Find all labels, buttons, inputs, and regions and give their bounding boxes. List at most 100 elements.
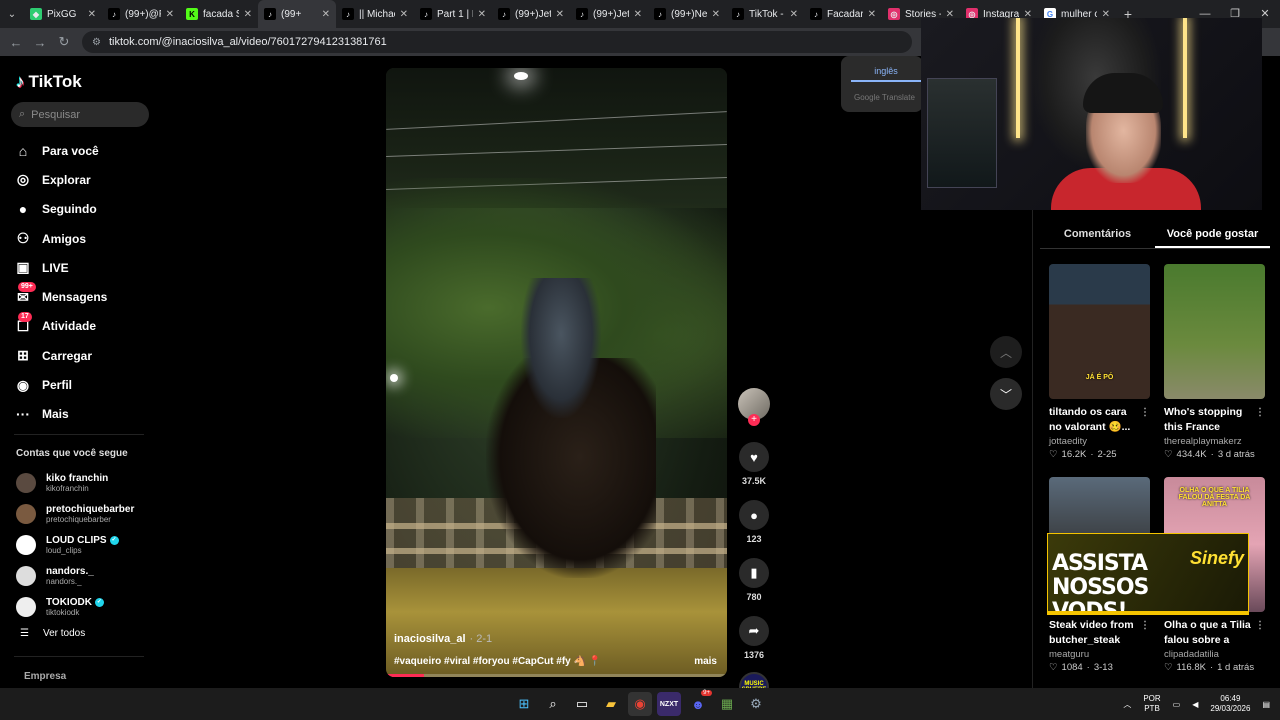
site-info-icon[interactable]: ⚙ (92, 37, 101, 48)
clock[interactable]: 06:49 29/03/2026 (1210, 694, 1250, 714)
video-player[interactable]: inaciosilva_al · 2-1 #vaqueiro #viral #fo… (386, 68, 727, 677)
sidebar-item-live[interactable]: ▣ LIVE (14, 253, 154, 282)
footer-link[interactable]: Empresa (24, 671, 66, 682)
translate-language-tab[interactable]: inglês (851, 66, 921, 82)
close-tab-icon[interactable]: ✕ (478, 9, 486, 20)
author-name[interactable]: inaciosilva_al (394, 633, 466, 645)
video-card-user[interactable]: therealplaymakerz (1164, 436, 1265, 447)
share-icon[interactable]: ➦ (739, 616, 769, 646)
network-icon[interactable]: ▭ (1173, 700, 1181, 709)
video-author[interactable]: inaciosilva_al · 2-1 (394, 633, 492, 645)
video-card-title[interactable]: Who's stopping this France attac... ⋮ (1164, 405, 1265, 435)
close-tab-icon[interactable]: ✕ (868, 9, 876, 20)
tab-search-button[interactable]: ⌄ (0, 0, 24, 28)
discord-icon[interactable]: ☻ 9+ (686, 690, 712, 716)
bookmark-icon[interactable]: ▮ (739, 558, 769, 588)
close-tab-icon[interactable]: ✕ (712, 9, 720, 20)
language-indicator[interactable]: POR PTB (1143, 694, 1160, 714)
search-input[interactable]: ⌕ Pesquisar (11, 102, 149, 127)
sidebar-item-upload[interactable]: ⊞ Carregar (14, 341, 154, 370)
video-card-title[interactable]: tiltando os cara no valorant 🥴... ⋮ (1049, 405, 1150, 435)
video-card-user[interactable]: meatguru (1049, 649, 1150, 660)
chrome-icon[interactable]: ◉ (628, 692, 652, 716)
followed-account[interactable]: pretochiquebarber pretochiquebarber (16, 499, 156, 530)
video-card-title-text: Olha o que a Tilia falou sobre a fes... (1164, 619, 1251, 646)
chevron-up-tray-icon[interactable]: ︿ (1123, 699, 1131, 710)
sidebar-item-following[interactable]: ● Seguindo (14, 195, 154, 224)
browser-tab[interactable]: ♪ (99+)Jett ✕ (570, 0, 648, 28)
followed-account[interactable]: nandors._ nandors._ (16, 560, 156, 591)
more-options-icon[interactable]: ⋮ (1255, 405, 1265, 420)
followed-account[interactable]: TOKIODK ✓ tiktokiodk (16, 591, 156, 622)
back-icon[interactable]: ← (4, 35, 28, 50)
browser-tab[interactable]: ◆ PixGG ✕ (24, 0, 102, 28)
task-view-icon[interactable]: ▭ (570, 692, 594, 716)
followed-account[interactable]: kiko franchin kikofranchin (16, 468, 156, 499)
previous-video-button[interactable]: ︿ (990, 336, 1022, 368)
address-bar[interactable]: ⚙ tiktok.com/@inaciosilva_al/video/76017… (82, 31, 912, 53)
close-tab-icon[interactable]: ✕ (88, 9, 96, 20)
see-all-link[interactable]: ☰ Ver todos (20, 628, 85, 639)
video-card[interactable]: JÁ É PÓ tiltando os cara no valorant 🥴...… (1049, 264, 1150, 460)
sidebar-item-activity[interactable]: ☐ Atividade 17 (14, 311, 154, 341)
followed-account[interactable]: LOUD CLIPS ✓ loud_clips (16, 530, 156, 561)
search-taskbar-icon[interactable]: ⌕ (541, 692, 565, 716)
follow-plus-icon[interactable]: + (748, 414, 760, 426)
caption-more-button[interactable]: mais (694, 656, 717, 667)
sidebar-item-messages[interactable]: ✉ Mensagens 99+ (14, 282, 154, 311)
tiktok-logo[interactable]: ♪ TikTok (16, 72, 82, 92)
browser-tab[interactable]: ♪ (99+)@F ✕ (102, 0, 180, 28)
forward-icon[interactable]: → (28, 35, 52, 50)
video-card-title[interactable]: Olha o que a Tilia falou sobre a fes... ⋮ (1164, 618, 1265, 648)
sidebar-item-compass[interactable]: ◎ Explorar (14, 165, 154, 194)
video-card-user[interactable]: clipadadatilia (1164, 649, 1265, 660)
video-card[interactable]: Who's stopping this France attac... ⋮ ther… (1164, 264, 1265, 460)
close-tab-icon[interactable]: ✕ (322, 9, 330, 20)
browser-tab[interactable]: ♪ (99+)Ne ✕ (648, 0, 726, 28)
minecraft-icon[interactable]: ▦ (715, 692, 739, 716)
more-options-icon[interactable]: ⋮ (1140, 405, 1150, 420)
close-tab-icon[interactable]: ✕ (400, 9, 408, 20)
comment-icon[interactable]: ● (739, 500, 769, 530)
notification-icon[interactable]: ▤ (1262, 700, 1270, 709)
meta-separator: · (1210, 449, 1214, 460)
tiktok-icon: ♪ (498, 8, 510, 20)
browser-tab[interactable]: ♪ (99+ ✕ (258, 0, 336, 28)
author-avatar[interactable]: + (738, 388, 770, 426)
tab-comments[interactable]: Comentários (1040, 218, 1155, 248)
browser-tab[interactable]: Kfacada S ✕ (180, 0, 258, 28)
tiktok-icon: ♪ (654, 8, 666, 20)
sidebar-item-profile[interactable]: ◉ Perfil (14, 370, 154, 399)
browser-tab[interactable]: ♪ || Michae ✕ (336, 0, 414, 28)
browser-tab[interactable]: ♪ Facadar ✕ (804, 0, 882, 28)
close-tab-icon[interactable]: ✕ (556, 9, 564, 20)
sidebar-item-home[interactable]: ⌂ Para você (14, 136, 154, 165)
settings-icon[interactable]: ⚙ (744, 692, 768, 716)
heart-icon[interactable]: ♥ (739, 442, 769, 472)
windows-start-icon[interactable]: ⊞ (512, 692, 536, 716)
video-card-user[interactable]: jottaedity (1049, 436, 1150, 447)
browser-tab[interactable]: ♪ Part 1 | M ✕ (414, 0, 492, 28)
video-progress-bar[interactable] (386, 674, 727, 677)
video-card-title[interactable]: Steak video from butcher_steak ⋮ (1049, 618, 1150, 648)
video-thumbnail[interactable] (1164, 264, 1265, 399)
file-explorer-icon[interactable]: ▰ (599, 692, 623, 716)
close-tab-icon[interactable]: ✕ (634, 9, 642, 20)
next-video-button[interactable]: ﹀ (990, 378, 1022, 410)
sidebar-item-friends[interactable]: ⚇ Amigos (14, 224, 154, 253)
reload-icon[interactable]: ↻ (52, 34, 76, 50)
close-tab-icon[interactable]: ✕ (166, 9, 174, 20)
more-options-icon[interactable]: ⋮ (1255, 618, 1265, 633)
more-options-icon[interactable]: ⋮ (1140, 618, 1150, 633)
tab-recommended[interactable]: Você pode gostar (1155, 218, 1270, 248)
browser-tab[interactable]: ♪ TikTok - ✕ (726, 0, 804, 28)
nzxt-icon[interactable]: NZXT (657, 692, 681, 716)
search-icon: ⌕ (19, 108, 26, 120)
video-card-meta: ♡ 116.8K · 1 d atrás (1164, 662, 1265, 673)
close-tab-icon[interactable]: ✕ (790, 9, 798, 20)
video-thumbnail[interactable]: JÁ É PÓ (1049, 264, 1150, 399)
close-tab-icon[interactable]: ✕ (244, 9, 252, 20)
browser-tab[interactable]: ♪ (99+)Jett ✕ (492, 0, 570, 28)
sidebar-item-more[interactable]: ··· Mais (14, 400, 154, 429)
volume-icon[interactable]: ◀ (1192, 700, 1198, 709)
